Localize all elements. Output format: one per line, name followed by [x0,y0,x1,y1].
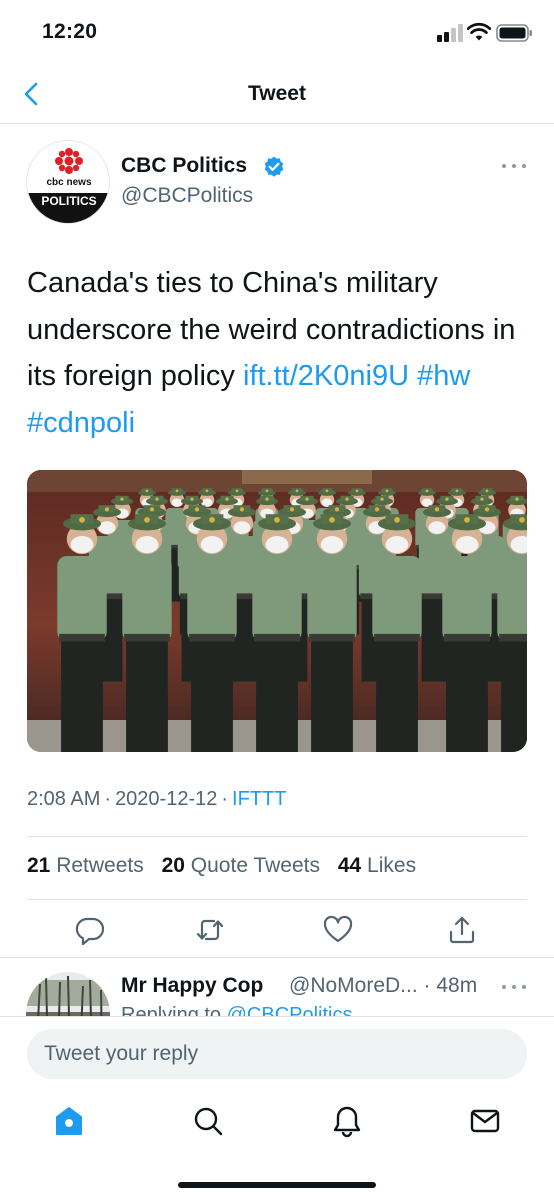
status-time: 12:20 [42,20,98,43]
tweet-time: 2:08 AM [27,788,101,810]
reply-more-options-button[interactable] [500,981,528,993]
retweet-icon[interactable] [194,914,226,946]
reply-icon[interactable] [74,914,106,946]
retweets-count[interactable]: 21 Retweets [27,854,144,877]
tweet-timestamp: 2:08 AM · 2020-12-12 · IFTTT [27,788,287,810]
home-indicator [178,1182,376,1188]
hashtag-cdnpoli[interactable]: #cdnpoli [27,407,135,439]
hashtag-hw[interactable]: #hw [417,360,470,392]
cellular-signal-icon [437,24,465,42]
engagement-counts: 21 Retweets 20 Quote Tweets 44 Likes [27,854,428,878]
notifications-icon[interactable] [330,1104,364,1138]
reply-author-meta: @NoMoreD... · 48m [289,974,478,997]
divider [0,957,554,958]
share-icon[interactable] [446,914,478,946]
wifi-icon [467,22,491,41]
tweet-source-link[interactable]: IFTTT [232,788,286,810]
battery-icon [496,24,532,42]
nav-header: Tweet [0,64,554,124]
more-options-button[interactable] [500,160,528,172]
author-name[interactable]: CBC Politics [121,154,247,178]
search-icon[interactable] [191,1104,225,1138]
status-bar: 12:20 [0,0,554,64]
avatar-label: POLITICS [41,194,96,208]
avatar[interactable]: cbc news POLITICS [26,140,110,224]
reply-author-handle[interactable]: @NoMoreD... [289,974,418,997]
quote-tweets-count[interactable]: 20 Quote Tweets [162,854,320,877]
tweet-text: Canada's ties to China's military unders… [27,260,527,446]
home-icon[interactable] [52,1104,86,1138]
tweet-media-image[interactable] [27,470,527,752]
divider [27,836,527,837]
avatar-brand: cbc news [46,177,91,188]
likes-count[interactable]: 44 Likes [338,854,416,877]
tweet-link[interactable]: ift.tt/2K0ni9U [243,360,409,392]
tweet-date: 2020-12-12 [115,788,218,810]
reply-input[interactable] [27,1029,527,1079]
author-handle[interactable]: @CBCPolitics [121,184,253,208]
reply-age: 48m [436,974,478,997]
verified-badge-icon [264,156,284,177]
cbc-logo-icon: cbc news POLITICS [27,141,109,223]
reply-author-name[interactable]: Mr Happy Cop [121,974,263,998]
page-title: Tweet [248,82,306,105]
like-icon[interactable] [322,914,354,946]
messages-icon[interactable] [468,1104,502,1138]
divider [27,899,527,900]
